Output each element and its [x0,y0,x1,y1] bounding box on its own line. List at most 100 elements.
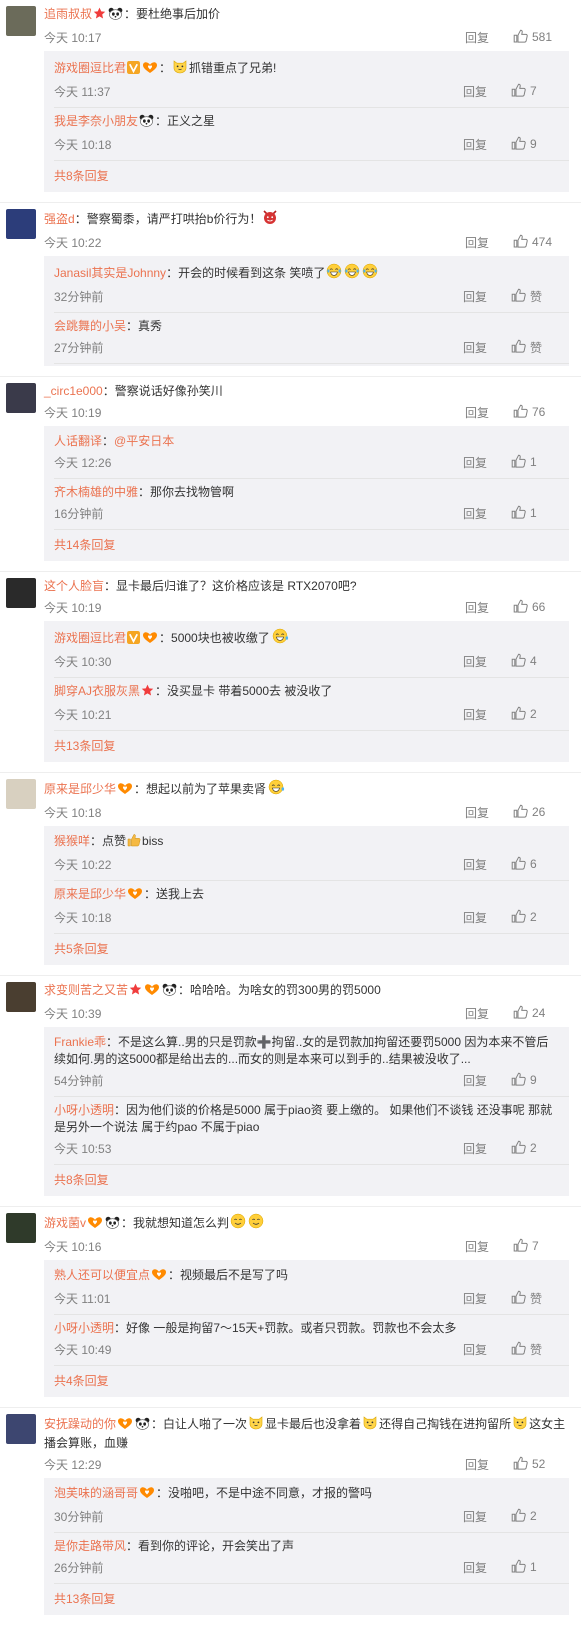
avatar[interactable] [6,578,36,608]
comment-text-line: _circ1e000：警察说话好像孙笑川 [44,383,581,400]
reply-button[interactable]: 回复 [463,339,511,356]
like-button[interactable]: 赞 [511,1290,569,1307]
view-more-replies-link[interactable]: 共14条回复 [54,530,569,559]
reply-button[interactable]: 回复 [463,1072,511,1089]
like-button[interactable]: 1 [511,505,569,522]
like-button[interactable]: 1 [511,454,569,471]
avatar[interactable] [6,1414,36,1444]
username-link[interactable]: 游戏圈逗比君 [54,631,126,645]
reply-button[interactable]: 回复 [463,288,511,305]
like-button[interactable]: 52 [513,1456,581,1473]
like-button[interactable]: 581 [513,29,581,46]
star-icon [93,7,106,25]
reply-button[interactable]: 回复 [465,1456,513,1473]
like-button[interactable]: 7 [511,83,569,100]
view-more-replies-link[interactable]: 共13条回复 [54,731,569,760]
username-link[interactable]: 游戏菌v [44,1216,86,1230]
timestamp: 今天 10:22 [54,857,112,872]
mention-text[interactable]: @平安日本 [114,434,174,448]
username-link[interactable]: Janasil其实是Johnny [54,266,166,280]
like-button[interactable]: 2 [511,1140,569,1157]
username-link[interactable]: 强盗d [44,212,75,226]
username-link[interactable]: 小呀小透明 [54,1103,114,1117]
like-button[interactable]: 24 [513,1005,581,1022]
reply-button[interactable]: 回复 [465,404,513,421]
like-button[interactable]: 赞 [511,1341,569,1358]
like-button[interactable]: 66 [513,599,581,616]
comment-feed: 追雨叔叔 ：要杜绝事后加价 今天 10:17 回复 581 游戏圈逗比君 ♥：抓错重点了兄弟… [0,0,581,1625]
avatar[interactable] [6,383,36,413]
reply-button[interactable]: 回复 [463,136,511,153]
username-link[interactable]: Frankie乖 [54,1035,106,1049]
like-button[interactable]: 76 [513,404,581,421]
view-more-replies-link[interactable]: 共8条回复 [54,1165,569,1194]
thumbs-up-icon [511,909,530,926]
username-link[interactable]: 是你走路带风 [54,1539,126,1553]
view-more-replies-link[interactable]: 共8条回复 [54,161,569,190]
reply-button[interactable]: 回复 [463,856,511,873]
reply-button[interactable]: 回复 [463,1140,511,1157]
like-button[interactable]: 1 [511,1559,569,1576]
reply-button[interactable]: 回复 [463,1508,511,1525]
comment-text: 警察蜀黍，请严打哄抬b价行为！ [86,212,262,226]
username-link[interactable]: 原来是邱少华 [54,887,126,901]
avatar[interactable] [6,779,36,809]
like-button[interactable]: 4 [511,653,569,670]
like-button[interactable]: 9 [511,136,569,153]
view-more-replies-link[interactable]: 共5条回复 [54,934,569,963]
username-link[interactable]: 这个人脸盲 [44,579,104,593]
username-link[interactable]: 游戏圈逗比君 [54,61,126,75]
reply-button[interactable]: 回复 [463,454,511,471]
like-button[interactable]: 2 [511,909,569,926]
reply-button[interactable]: 回复 [463,653,511,670]
username-link[interactable]: 脚穿AJ衣服灰黑 [54,684,140,698]
like-button[interactable]: 赞 [511,339,569,356]
reply-button[interactable]: 回复 [465,1005,513,1022]
reply-button[interactable]: 回复 [463,706,511,723]
username-link[interactable]: 人话翻译 [54,434,102,448]
avatar[interactable] [6,1213,36,1243]
svg-text:♥: ♥ [123,1420,128,1427]
reply-button[interactable]: 回复 [463,1341,511,1358]
username-link[interactable]: 猴猴咩 [54,834,90,848]
username-link[interactable]: 追雨叔叔 [44,7,92,21]
like-button[interactable]: 474 [513,234,581,251]
reply-button[interactable]: 回复 [465,234,513,251]
like-count: 581 [532,30,553,44]
avatar[interactable] [6,982,36,1012]
like-button[interactable]: 7 [513,1238,581,1255]
reply-button[interactable]: 回复 [463,1559,511,1576]
avatar[interactable] [6,209,36,239]
username-link[interactable]: 熟人还可以便宜点 [54,1268,150,1282]
reply-button[interactable]: 回复 [463,505,511,522]
username-link[interactable]: 小呀小透明 [54,1321,114,1335]
comment-text-line: 原来是邱少华 ♥ ：想起以前为了苹果卖肾 [44,779,581,800]
like-button[interactable]: 6 [511,856,569,873]
like-button[interactable]: 2 [511,706,569,723]
username-link[interactable]: 泡芙味的涵哥哥 [54,1486,138,1500]
like-button[interactable]: 26 [513,804,581,821]
like-button[interactable]: 赞 [511,288,569,305]
reply-button[interactable]: 回复 [465,29,513,46]
reply-button[interactable]: 回复 [463,1290,511,1307]
fan-badge-icon: ♥ [127,887,143,905]
username-link[interactable]: 原来是邱少华 [44,782,116,796]
username-link[interactable]: 会跳舞的小吴 [54,319,126,333]
reply-button[interactable]: 回复 [463,909,511,926]
username-link[interactable]: 求变则苦之又苦 [44,983,128,997]
reply-button[interactable]: 回复 [463,83,511,100]
view-more-replies-link[interactable]: 共13条回复 [54,1584,569,1613]
username-link[interactable]: 我是李奈小朋友 [54,114,138,128]
username-link[interactable]: 齐木楠雄的中雅 [54,485,138,499]
avatar[interactable] [6,6,36,36]
comment-item: 这个人脸盲：显卡最后归谁了？这价格应该是 RTX2070吧? 今天 10:19 回复… [0,571,581,772]
username-link[interactable]: 安抚躁动的你 [44,1417,116,1431]
like-button[interactable]: 9 [511,1072,569,1089]
username-link[interactable]: _circ1e000 [44,384,103,398]
like-button[interactable]: 2 [511,1508,569,1525]
reply-button[interactable]: 回复 [465,599,513,616]
reply-button[interactable]: 回复 [465,804,513,821]
comment-item: _circ1e000：警察说话好像孙笑川 今天 10:19 回复 76 人话翻译：@平安… [0,376,581,571]
view-more-replies-link[interactable]: 共4条回复 [54,1366,569,1395]
reply-button[interactable]: 回复 [465,1238,513,1255]
